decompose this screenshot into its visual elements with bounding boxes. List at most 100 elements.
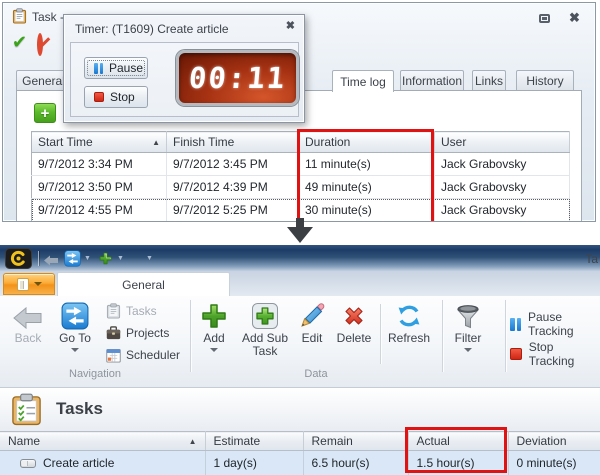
table-row[interactable]: 9/7/2012 3:34 PM 9/7/2012 3:45 PM 11 min… — [32, 153, 570, 176]
column-header-duration[interactable]: Duration — [299, 132, 435, 153]
add-icon — [98, 251, 113, 266]
goto-button[interactable]: Go To — [52, 299, 98, 375]
sort-ascending-icon: ▲ — [189, 437, 197, 446]
group-label-data: Data — [190, 368, 442, 380]
button-separator — [380, 304, 382, 364]
table-row-selected[interactable]: Create article 1 day(s) 6.5 hour(s) 1.5 … — [0, 451, 600, 475]
column-header-remain[interactable]: Remain — [303, 432, 408, 451]
task-dialog-window: Task - ✖ ✔ General Time log Information … — [2, 2, 596, 222]
projects-icon — [106, 326, 121, 340]
ribbon-tab-general[interactable]: General — [57, 272, 230, 296]
column-header-user[interactable]: User — [435, 132, 570, 153]
app-menu-dropdown-icon — [34, 282, 42, 290]
ok-button[interactable]: ✔ — [12, 32, 27, 53]
delete-x-icon — [340, 302, 368, 330]
stop-icon — [510, 348, 522, 360]
column-header-start-time[interactable]: Start Time ▲ — [32, 132, 167, 153]
column-header-finish-time[interactable]: Finish Time — [167, 132, 299, 153]
column-header-name[interactable]: Name ▲ — [0, 432, 205, 451]
add-time-entry-button[interactable]: + — [34, 103, 56, 123]
pause-icon — [94, 63, 103, 74]
back-arrow-icon — [44, 255, 59, 266]
quick-back-button[interactable] — [44, 253, 59, 271]
customize-toolbar-icon[interactable]: ▼ — [146, 255, 153, 262]
tasks-table: Name ▲ Estimate Remain Actual Deviation … — [0, 431, 600, 475]
app-menu-icon — [17, 278, 29, 291]
back-arrow-icon — [13, 306, 43, 330]
timer-display: 00:11 — [176, 50, 299, 106]
filter-dropdown-icon — [464, 348, 472, 356]
page-header: Tasks — [0, 388, 600, 431]
stop-button[interactable]: Stop — [84, 86, 148, 108]
app-window-title: Ta — [585, 252, 598, 266]
edit-pencil-icon — [298, 302, 326, 330]
add-dropdown-icon — [210, 348, 218, 356]
pause-button[interactable]: Pause — [84, 57, 148, 79]
timer-dialog-title: Timer: (T1609) Create article — [75, 22, 229, 36]
toolbar-separator — [38, 251, 40, 266]
refresh-icon — [395, 302, 423, 330]
group-separator — [190, 300, 192, 372]
quick-add-button[interactable] — [98, 251, 113, 271]
filter-funnel-icon — [454, 302, 482, 330]
table-header-row: Start Time ▲ Finish Time Duration User — [32, 132, 570, 153]
goto-dropdown-icon — [71, 348, 79, 356]
goto-icon — [61, 302, 89, 330]
stop-icon — [94, 92, 104, 102]
tab-time-log[interactable]: Time log — [332, 70, 394, 92]
column-header-deviation[interactable]: Deviation — [508, 432, 600, 451]
scheduler-nav-button[interactable]: Scheduler — [106, 345, 180, 365]
group-label-navigation: Navigation — [0, 368, 190, 380]
add-sub-task-button[interactable]: Add Sub Task — [238, 299, 292, 375]
goto-icon — [64, 250, 81, 267]
goto-dropdown-icon[interactable]: ▼ — [84, 255, 91, 262]
projects-nav-button[interactable]: Projects — [106, 323, 169, 343]
filter-button[interactable]: Filter — [446, 299, 490, 375]
delete-button[interactable]: Delete — [332, 299, 376, 375]
task-state-icon — [20, 459, 36, 468]
stop-tracking-button[interactable]: Stop Tracking — [510, 340, 600, 368]
refresh-button[interactable]: Refresh — [384, 299, 434, 375]
restore-icon — [539, 14, 550, 23]
group-separator — [505, 300, 507, 372]
cancel-icon — [37, 33, 43, 56]
application-menu-button[interactable] — [3, 273, 55, 295]
cancel-button[interactable] — [37, 36, 43, 54]
add-button[interactable]: Add — [194, 299, 234, 375]
down-arrow-icon — [283, 218, 317, 244]
group-separator — [442, 300, 444, 372]
app-logo-icon — [5, 248, 32, 274]
add-sub-task-icon — [251, 302, 279, 330]
scheduler-icon — [106, 348, 121, 363]
edit-button[interactable]: Edit — [294, 299, 330, 375]
add-dropdown-icon[interactable]: ▼ — [117, 255, 124, 262]
pause-icon — [510, 318, 521, 331]
table-header-row: Name ▲ Estimate Remain Actual Deviation — [0, 432, 600, 451]
tasks-clipboard-icon — [10, 393, 43, 431]
sort-ascending-icon: ▲ — [152, 138, 160, 147]
task-clipboard-icon — [12, 8, 27, 29]
close-icon: ✖ — [569, 11, 580, 24]
table-row[interactable]: 9/7/2012 3:50 PM 9/7/2012 4:39 PM 49 min… — [32, 176, 570, 199]
timer-time-value: 00:11 — [187, 61, 287, 95]
time-log-table: Start Time ▲ Finish Time Duration User 9… — [31, 131, 570, 222]
screenshot-stage: Task - ✖ ✔ General Time log Information … — [0, 0, 600, 475]
quick-goto-button[interactable] — [64, 250, 81, 272]
tasks-nav-button[interactable]: Tasks — [106, 301, 157, 321]
window-title: Task - — [32, 10, 64, 24]
column-header-actual[interactable]: Actual — [408, 432, 508, 451]
ribbon: Back Go To Tasks — [0, 296, 600, 388]
add-icon — [200, 302, 228, 330]
timer-dialog: Timer: (T1609) Create article ✖ Pause St… — [63, 14, 305, 123]
back-button[interactable]: Back — [6, 299, 50, 375]
timer-close-button[interactable]: ✖ — [286, 21, 295, 32]
restore-window-button[interactable] — [537, 12, 552, 25]
column-header-estimate[interactable]: Estimate — [205, 432, 303, 451]
tab-information[interactable]: Information — [400, 70, 464, 91]
pause-tracking-button[interactable]: Pause Tracking — [510, 310, 600, 338]
close-window-button[interactable]: ✖ — [567, 11, 582, 24]
page-title: Tasks — [56, 399, 103, 419]
tab-links[interactable]: Links — [472, 70, 506, 91]
tab-history[interactable]: History — [516, 70, 574, 91]
tasks-icon — [106, 303, 121, 319]
